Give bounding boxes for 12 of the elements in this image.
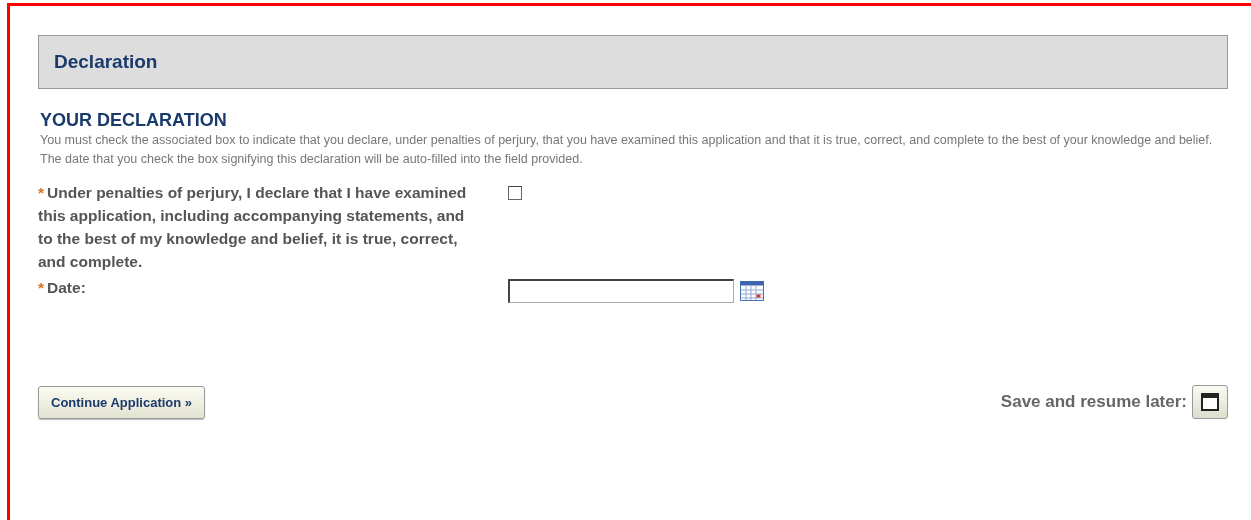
declaration-heading: YOUR DECLARATION — [40, 110, 228, 131]
section-title: Declaration — [54, 51, 158, 73]
field-label: * Date: — [38, 278, 87, 298]
calendar-icon[interactable] — [740, 278, 764, 301]
field-label: * Under penalties of perjury, I declare that I have examined this application, including accompanying statements, and to the best of my knowledge and belief, it is true, correct, and complete. — [38, 183, 468, 272]
save-button[interactable] — [1192, 385, 1228, 419]
declaration-checkbox[interactable] — [508, 186, 522, 200]
save-label: Save and resume later: — [1000, 392, 1187, 412]
continue-button[interactable]: Continue Application » — [38, 385, 206, 419]
date-field[interactable] — [508, 279, 734, 303]
instructions-text: You must check the associated box to indicate that you declare, under penalties of perjury, that you have examined this application and that it is true, correct, and complete to the best of your knowledge and belief. The date that you check the box signifying this declaration will be auto-filled into the field provided. — [40, 132, 1214, 168]
window-icon — [1201, 393, 1219, 411]
